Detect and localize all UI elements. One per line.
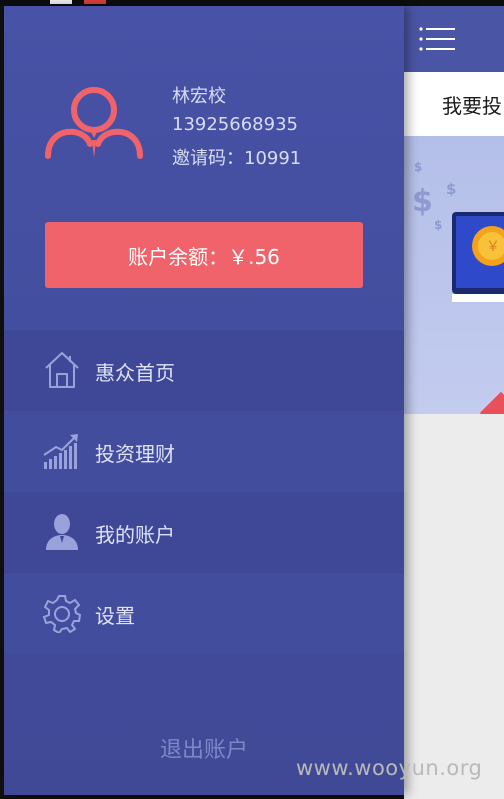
laptop-coin-illustration: ￥ <box>452 212 504 302</box>
banner-decoration <box>479 391 504 414</box>
navigation-drawer: 林宏校 13925668935 邀请码：10991 账户余额：￥.56 惠众首页 <box>4 6 404 795</box>
sidebar-item-home[interactable]: 惠众首页 <box>4 330 404 411</box>
sidebar-item-settings[interactable]: 设置 <box>4 573 404 654</box>
sidebar-item-my-account[interactable]: 我的账户 <box>4 492 404 573</box>
watermark-text: www.wooyun.org <box>296 756 483 780</box>
sidebar-item-label: 设置 <box>95 604 135 628</box>
status-indicator <box>50 0 72 4</box>
promo-banner[interactable]: $ $ $ $ ￥ <box>404 136 504 414</box>
sidebar-item-invest[interactable]: 投资理财 <box>4 411 404 492</box>
bar-chart-icon <box>43 434 78 469</box>
dollar-icon: $ <box>434 218 443 232</box>
user-name: 林宏校 <box>172 86 226 107</box>
main-content: 我要投 $ $ $ $ ￥ <box>404 6 504 799</box>
sidebar-item-label: 惠众首页 <box>95 361 175 385</box>
home-icon <box>45 352 79 388</box>
avatar-icon <box>45 87 143 159</box>
content-header: 我要投 <box>404 72 504 136</box>
gear-icon <box>42 595 82 633</box>
user-icon <box>46 514 78 550</box>
sidebar-item-label: 我的账户 <box>95 523 175 547</box>
account-balance-button[interactable]: 账户余额：￥.56 <box>45 222 363 288</box>
sidebar-item-label: 投资理财 <box>95 442 175 466</box>
dollar-icon: $ <box>446 180 457 198</box>
menu-icon[interactable] <box>419 26 455 52</box>
page-title: 我要投 <box>442 94 502 118</box>
balance-label: 账户余额：￥.56 <box>128 244 280 269</box>
status-indicator <box>84 0 106 4</box>
app-screen: 我要投 $ $ $ $ ￥ 林宏校 13925668935 邀请码：10991 … <box>0 0 504 799</box>
user-phone: 13925668935 <box>172 114 298 135</box>
svg-text:￥: ￥ <box>486 239 500 255</box>
dollar-icon: $ <box>414 160 423 174</box>
dollar-icon: $ <box>412 184 433 219</box>
invite-code: 邀请码：10991 <box>172 148 302 169</box>
top-toolbar <box>404 6 504 72</box>
